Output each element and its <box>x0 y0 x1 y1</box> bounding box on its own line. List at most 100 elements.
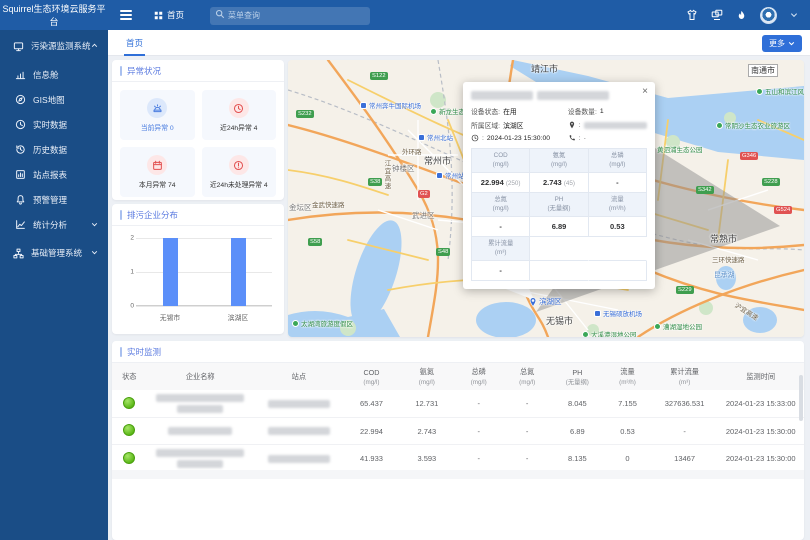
sidebar-item-label: 站点报表 <box>33 169 67 181</box>
chevron-down-icon <box>91 220 98 230</box>
search-input[interactable] <box>210 7 370 25</box>
y-tick-label: 2 <box>120 235 134 242</box>
y-tick-label: 1 <box>120 269 134 276</box>
map-label-钟楼区: 钟楼区 <box>392 163 415 174</box>
popup-metrics-table: COD(mg/l)氨氮(mg/l)总磷(mg/l)22.994 (250)2.7… <box>471 148 647 281</box>
tab-home[interactable]: 首页 <box>122 30 147 56</box>
map-label-滨湖区[interactable]: 滨湖区 <box>528 296 562 307</box>
clock-alert-icon <box>233 103 244 114</box>
base-system-icon <box>13 248 24 259</box>
app-root: Squirrel生态环境云服务平台 首页 <box>0 0 810 540</box>
close-icon[interactable]: × <box>642 86 648 97</box>
metric-value: - <box>472 261 530 281</box>
station-name-redacted <box>254 418 344 445</box>
cell-value: 22.994 <box>344 418 399 445</box>
station-name-redacted <box>254 390 344 418</box>
column-header-氨氮: 氨氮(mg/l) <box>399 363 454 390</box>
multi-screen-icon[interactable] <box>711 9 723 21</box>
map-label-昆承湖: 昆承湖 <box>714 269 734 279</box>
abnormal-card-0[interactable]: 当前异常 0 <box>120 90 195 140</box>
table-row-1[interactable]: 22.9942.743--6.890.53-2024-01-23 15:30:0… <box>112 418 804 445</box>
table-row-2[interactable]: 41.9333.593--8.1350134672024-01-23 15:30… <box>112 445 804 473</box>
column-header-站点: 站点 <box>254 363 344 390</box>
map-label-外环路: 外环路 <box>402 146 422 156</box>
abnormal-card-2[interactable]: 本月异常 74 <box>120 147 195 197</box>
chevron-down-icon <box>788 40 795 47</box>
column-header-COD: COD(mg/l) <box>344 363 399 390</box>
sidebar-item-7[interactable]: 统计分析 <box>0 212 108 237</box>
station-name-redacted <box>254 445 344 473</box>
info-cabin-icon <box>15 69 26 80</box>
bar-无锡市[interactable] <box>163 238 178 306</box>
cell-value: 2.743 <box>399 418 454 445</box>
table-row-0[interactable]: 65.43712.731--8.0457.155327636.5312024-0… <box>112 390 804 418</box>
status-dot-online <box>123 397 135 409</box>
company-distribution-panel: 排污企业分布 012无锡市滨湖区 <box>112 204 284 334</box>
chevron-down-icon <box>91 248 98 258</box>
sidebar-item-4[interactable]: 历史数据 <box>0 137 108 162</box>
cell-value: - <box>455 418 503 445</box>
theme-skin-icon[interactable] <box>686 9 698 21</box>
metric-value: - <box>589 173 647 193</box>
metric-header: 累计流量(m³) <box>472 237 530 261</box>
sidebar-item-label: 实时数据 <box>33 119 67 131</box>
realtime-data-icon <box>15 119 26 130</box>
lake-lihu <box>476 302 536 337</box>
map-label-江宜高速: 江宜高速 <box>381 160 391 190</box>
flame-icon[interactable] <box>736 10 747 21</box>
abnormal-cards: 当前异常 0近24h异常 4本月异常 74近24h未处理异常 4 <box>112 82 284 205</box>
popup-title-redacted <box>471 91 647 100</box>
bar-chart: 012无锡市滨湖区 <box>120 234 276 328</box>
sidebar-item-1[interactable]: 信息舱 <box>0 62 108 87</box>
device-count-value: 1 <box>600 108 604 115</box>
metric-header: COD(mg/l) <box>472 149 530 173</box>
x-axis <box>136 305 272 306</box>
map-label-五山和滨江风光带: 五山和滨江风光带 <box>756 86 804 96</box>
cell-value: 41.933 <box>344 445 399 473</box>
gridline <box>136 306 272 307</box>
history-data-icon <box>15 144 26 155</box>
map-label-南通市: 南通市 <box>748 64 778 77</box>
metric-value: 2.743 (45) <box>530 173 588 193</box>
sidebar-item-0[interactable]: 污染源监测系统 <box>0 30 108 62</box>
metric-value: - <box>472 217 530 237</box>
cell-value: 0 <box>603 445 651 473</box>
more-button[interactable]: 更多 <box>762 35 802 52</box>
column-header-流量: 流量(m³/h) <box>603 363 651 390</box>
abnormal-card-1[interactable]: 近24h异常 4 <box>202 90 277 140</box>
avatar[interactable] <box>760 7 777 24</box>
map-panel[interactable]: 靖江市南通市五山和滨江风光带常阴沙生态农业旅游区黄泗浦生态公园新龙生态林常州奔牛… <box>288 60 804 337</box>
table-scrollbar[interactable] <box>799 375 803 421</box>
chevron-up-icon <box>91 41 98 51</box>
alert-manage-icon <box>15 194 26 205</box>
topbar-actions <box>686 7 810 24</box>
sidebar-item-2[interactable]: GIS地图 <box>0 87 108 112</box>
sidebar-item-6[interactable]: 预警管理 <box>0 187 108 212</box>
chevron-down-icon[interactable] <box>790 11 798 19</box>
map-marker-icon <box>528 297 538 307</box>
bar-滨湖区[interactable] <box>231 238 246 306</box>
column-header-总氮: 总氮(mg/l) <box>503 363 551 390</box>
metric-value: 22.994 (250) <box>472 173 530 193</box>
tab-bar: 首页 更多 <box>108 30 810 56</box>
siren-icon <box>152 103 163 114</box>
map-label-金坛区: 金坛区 <box>289 202 312 213</box>
topbar-home-link[interactable]: 首页 <box>154 9 184 21</box>
map-label-无锡硕放机场: 无锡硕放机场 <box>594 308 642 318</box>
map-label-无锡市: 无锡市 <box>546 314 573 327</box>
device-status-label: 设备状态: <box>471 106 500 116</box>
sidebar-item-8[interactable]: 基础管理系统 <box>0 237 108 269</box>
device-time: 2024-01-23 15:30:00 <box>487 135 550 142</box>
map-label-三环快速路: 三环快速路 <box>712 254 745 264</box>
sidebar-item-5[interactable]: 站点报表 <box>0 162 108 187</box>
road-shield-S228: S228 <box>762 178 780 186</box>
abnormal-card-3[interactable]: 近24h未处理异常 4 <box>202 147 277 197</box>
sidebar-item-3[interactable]: 实时数据 <box>0 112 108 137</box>
region-value: 滨湖区 <box>503 120 523 130</box>
hamburger-menu-icon[interactable] <box>120 10 132 20</box>
chart-panel-title: 排污企业分布 <box>112 204 284 226</box>
abnormal-panel-title: 异常状况 <box>112 60 284 82</box>
metric-header: PH(无量纲) <box>530 193 588 217</box>
device-popup: × 设备状态:在用 设备数量:1 所属区域:滨湖区 : :2024-01-2 <box>463 82 655 289</box>
cell-value: 6.89 <box>551 418 603 445</box>
